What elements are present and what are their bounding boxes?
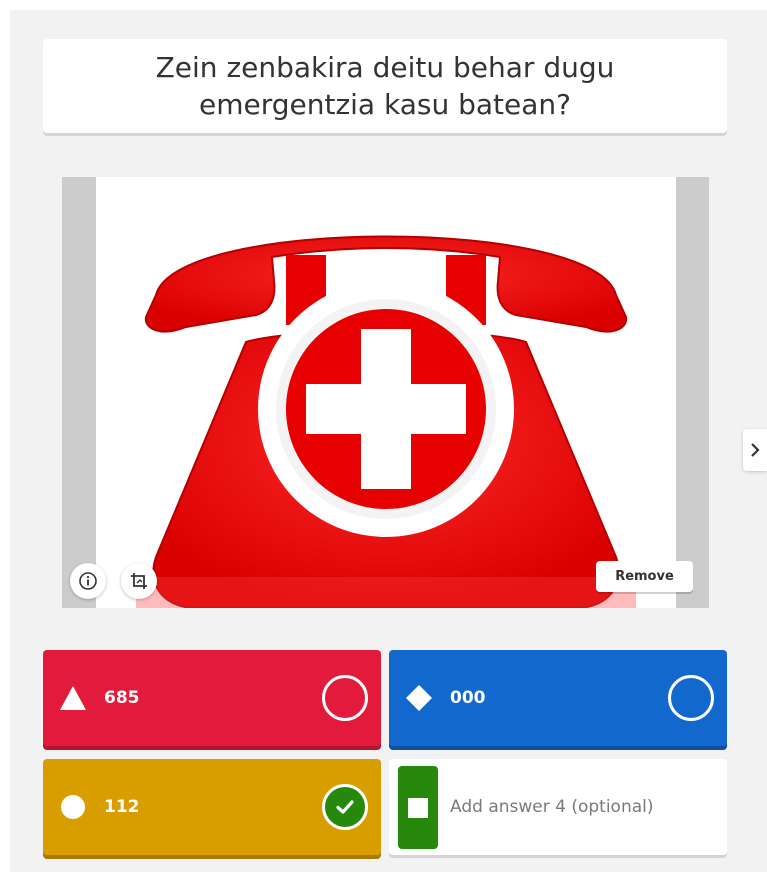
answer-1-text[interactable]: 685	[104, 687, 140, 709]
crop-icon	[131, 573, 147, 589]
diamond-icon	[405, 684, 433, 712]
answer-1[interactable]: 685	[43, 650, 381, 746]
checkmark-icon	[336, 800, 354, 814]
square-icon	[408, 797, 428, 818]
answer-3-text[interactable]: 112	[104, 796, 140, 818]
triangle-icon	[59, 684, 87, 712]
next-slide-button[interactable]	[743, 429, 767, 471]
question-text[interactable]: Zein zenbakira deitu behar dugu emergent…	[105, 49, 665, 123]
answer-2-correct-toggle[interactable]	[668, 675, 714, 721]
answer-4-input[interactable]	[450, 795, 710, 819]
answer-4[interactable]	[389, 759, 727, 855]
emergency-phone-image	[96, 177, 676, 608]
chevron-right-icon	[751, 443, 760, 457]
answer-3-correct-toggle[interactable]	[322, 784, 368, 830]
answer-3[interactable]: 112	[43, 759, 381, 855]
emergency-phone-cross-image	[136, 235, 636, 608]
answer-2-text[interactable]: 000	[450, 687, 486, 709]
image-crop-button[interactable]	[121, 563, 157, 599]
image-info-button[interactable]	[70, 563, 106, 599]
circle-icon	[59, 793, 87, 821]
info-icon	[79, 572, 97, 590]
media-frame	[62, 177, 709, 608]
answer-1-correct-toggle[interactable]	[322, 675, 368, 721]
answer-2[interactable]: 000	[389, 650, 727, 746]
remove-image-button[interactable]: Remove	[596, 561, 693, 592]
answer-4-shape-tile	[398, 766, 438, 849]
question-title-box[interactable]: Zein zenbakira deitu behar dugu emergent…	[43, 39, 727, 133]
